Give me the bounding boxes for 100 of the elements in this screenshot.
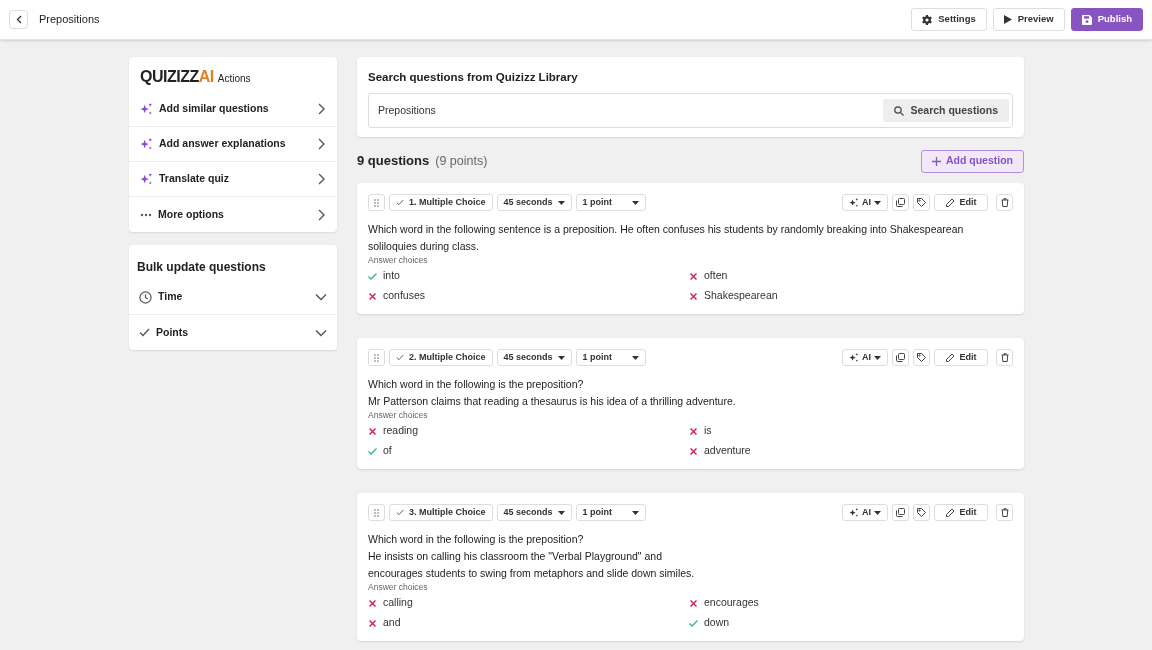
drag-handle[interactable]	[368, 504, 385, 521]
search-icon	[894, 105, 905, 116]
answer-choice: and	[383, 615, 401, 631]
answer-choice: encourages	[704, 595, 759, 611]
duplicate-button[interactable]	[892, 349, 909, 366]
answer-choice: of	[383, 443, 392, 459]
answer-choice: into	[383, 268, 400, 284]
answer-choice: is	[704, 423, 712, 439]
points-dropdown[interactable]: 1 point	[575, 194, 646, 211]
sparkle-icon	[140, 172, 153, 186]
check-icon	[396, 509, 404, 516]
question-text: Mr Patterson claims that reading a thesaurus is his idea of a thrilling adventure.	[368, 394, 737, 409]
sparkle-icon	[849, 352, 859, 363]
question-type-button[interactable]: 3. Multiple Choice	[389, 504, 493, 521]
tag-icon	[917, 508, 926, 517]
card-heading: Bulk update questions	[136, 259, 267, 276]
points-dropdown[interactable]: 1 point	[575, 504, 646, 521]
ai-action-item[interactable]: More options	[129, 197, 337, 232]
chevron-left-icon	[15, 15, 22, 24]
answer-choice: reading	[383, 423, 419, 439]
back-button[interactable]	[9, 10, 28, 29]
add-question-button[interactable]: Add question	[920, 149, 1024, 173]
caret-icon	[631, 200, 639, 205]
trash-icon	[1000, 508, 1009, 517]
answer-choice: calling	[383, 595, 413, 611]
copy-icon	[896, 508, 905, 517]
card-heading: Search questions from Quizizz Library	[368, 70, 579, 85]
trash-icon	[1000, 353, 1009, 362]
copy-icon	[896, 353, 905, 362]
edit-button[interactable]: Edit	[934, 194, 988, 211]
ai-action-item[interactable]: Translate quiz	[129, 162, 337, 197]
pencil-icon	[945, 353, 955, 362]
chevron-down-icon	[315, 293, 327, 301]
question-text: He insists on calling his classroom the "Verbal Playground" and	[368, 549, 664, 564]
tag-button[interactable]	[913, 504, 930, 521]
question-type-button[interactable]: 1. Multiple Choice	[389, 194, 493, 211]
caret-icon	[557, 200, 565, 205]
ai-dropdown[interactable]: AI	[842, 194, 888, 211]
search-field[interactable]: Prepositions Search questions	[368, 93, 1013, 129]
ai-dropdown[interactable]: AI	[842, 504, 888, 521]
answer-choice: adventure	[704, 443, 751, 459]
caret-icon	[874, 355, 881, 360]
drag-handle[interactable]	[368, 349, 385, 366]
bulk-update-item[interactable]: Time	[129, 280, 337, 315]
ai-action-item[interactable]: Add answer explanations	[129, 127, 337, 162]
tag-button[interactable]	[913, 349, 930, 366]
settings-button[interactable]: Settings	[911, 8, 987, 31]
play-icon	[1003, 15, 1012, 24]
tag-icon	[917, 353, 926, 362]
time-dropdown[interactable]: 45 seconds	[496, 349, 572, 366]
sparkle-icon	[140, 102, 153, 116]
publish-button[interactable]: Publish	[1070, 8, 1143, 31]
question-text: Which word in the following is the preposition?	[368, 532, 585, 547]
grip-icon	[374, 353, 379, 362]
answers-label: Answer choices	[368, 582, 429, 593]
delete-button[interactable]	[996, 349, 1013, 366]
ai-action-item[interactable]: Add similar questions	[129, 92, 337, 127]
sparkle-icon	[140, 137, 153, 151]
delete-button[interactable]	[996, 194, 1013, 211]
chevron-right-icon	[316, 173, 326, 185]
drag-handle[interactable]	[368, 194, 385, 211]
check-icon	[396, 199, 404, 206]
caret-icon	[631, 355, 639, 360]
preview-button[interactable]: Preview	[992, 8, 1065, 31]
grip-icon	[374, 508, 379, 517]
chevron-right-icon	[316, 138, 326, 150]
caret-icon	[557, 510, 565, 515]
edit-button[interactable]: Edit	[934, 504, 988, 521]
actions-label: Actions	[217, 72, 251, 86]
time-dropdown[interactable]: 45 seconds	[496, 194, 572, 211]
pencil-icon	[945, 508, 955, 517]
caret-icon	[874, 510, 881, 515]
pencil-icon	[945, 198, 955, 207]
question-text: encourages students to swing from metaphors and slide down similes.	[368, 566, 696, 581]
bulk-update-item[interactable]: Points	[129, 315, 337, 350]
time-dropdown[interactable]: 45 seconds	[496, 504, 572, 521]
question-type-button[interactable]: 2. Multiple Choice	[389, 349, 493, 366]
answer-choice: down	[704, 615, 730, 631]
grip-icon	[374, 198, 379, 207]
points-dropdown[interactable]: 1 point	[575, 349, 646, 366]
quiz-title: Prepositions	[39, 12, 100, 28]
answers-label: Answer choices	[368, 410, 429, 421]
tag-icon	[917, 198, 926, 207]
question-text: Which word in the following is the preposition?	[368, 377, 585, 392]
duplicate-button[interactable]	[892, 504, 909, 521]
duplicate-button[interactable]	[892, 194, 909, 211]
ai-dropdown[interactable]: AI	[842, 349, 888, 366]
trash-icon	[1000, 198, 1009, 207]
sparkle-icon	[849, 507, 859, 518]
answer-choice: often	[704, 268, 728, 284]
brand-logo: QUIZIZZAI	[140, 68, 214, 86]
delete-button[interactable]	[996, 504, 1013, 521]
tag-button[interactable]	[913, 194, 930, 211]
plus-icon	[931, 156, 941, 166]
points-total: (9 points)	[435, 152, 488, 170]
edit-button[interactable]: Edit	[934, 349, 988, 366]
save-icon	[1081, 14, 1092, 25]
answer-choice: Shakespearean	[704, 288, 778, 304]
more-icon	[140, 212, 152, 217]
search-button[interactable]: Search questions	[883, 99, 1009, 123]
